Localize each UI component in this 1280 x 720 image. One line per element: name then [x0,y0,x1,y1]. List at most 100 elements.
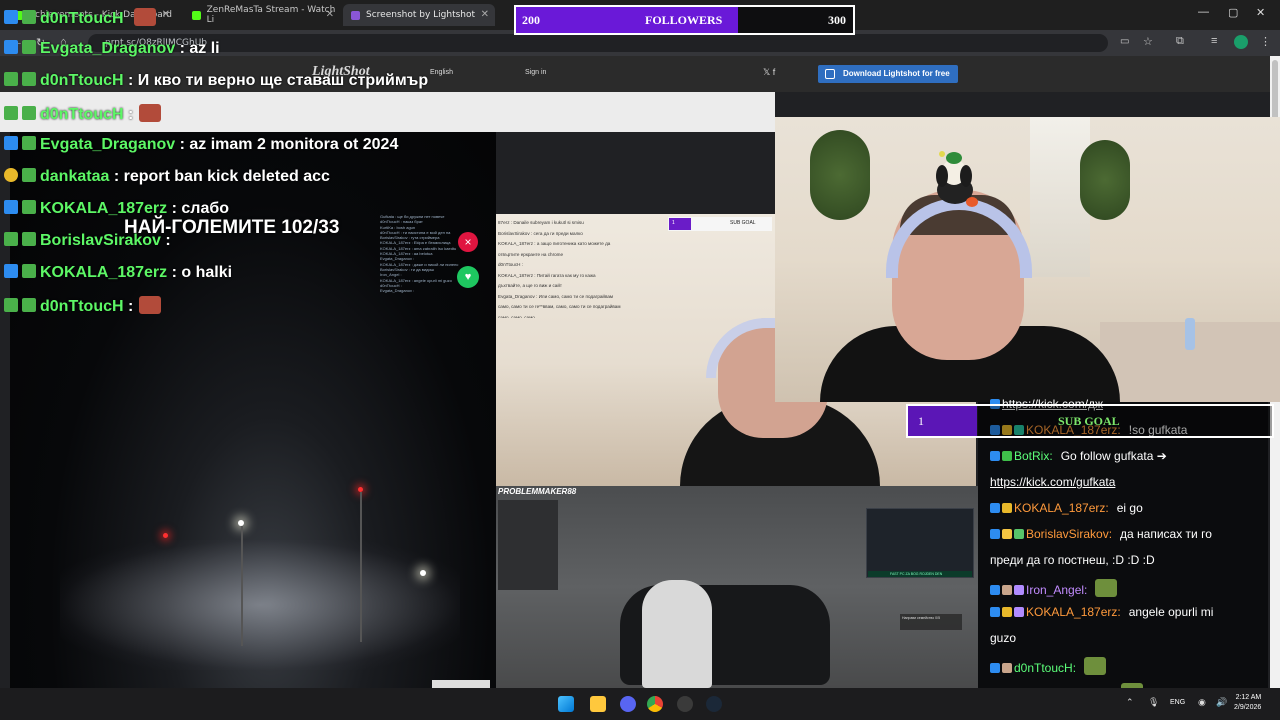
chat-badge-icon [4,298,18,312]
volume-icon[interactable]: 🔊 [1216,697,1227,708]
chat-username[interactable]: KOKALA_187erz [40,200,167,217]
windows-taskbar [0,688,1280,720]
chat-username[interactable]: d0nTtoucH: [1014,661,1076,675]
chat-message: : [160,232,171,249]
plant [810,130,870,220]
start-icon[interactable] [558,696,574,712]
crown-badge-icon [1002,529,1012,539]
level-icon [22,264,36,278]
emote-icon [139,104,162,122]
wifi-icon[interactable]: ◉ [1198,697,1206,708]
signin-link[interactable]: Sign in [525,69,546,76]
chat-badge-icon [4,40,18,54]
chat-message-row: BotRix: Go follow gufkata ➔ [990,449,1167,463]
inset-text: FAST PC ZA BOG ROJDEN DEN [890,572,943,576]
bookmark-star-icon[interactable]: ☆ [1143,35,1153,48]
green-badge-icon [1002,451,1012,461]
chat-message: : az li [175,40,220,57]
signal-pole [360,492,362,642]
profile-avatar[interactable] [1234,35,1248,49]
purple-badge-icon [1014,585,1024,595]
chat-username[interactable]: Evgata_Draganov [40,136,175,153]
chat-username[interactable]: Iron_Angel: [1026,583,1087,597]
chat-badge-icon [4,10,18,24]
chat-username[interactable]: d0nTtoucH [40,298,124,315]
language-select[interactable]: English [430,69,453,76]
scrollbar-thumb[interactable] [1272,60,1278,120]
close-window-icon[interactable]: ✕ [1256,6,1265,19]
followers-goal-end: 300 [828,13,846,27]
tray-chevron-icon[interactable]: ⌃ [1126,697,1134,708]
chat-username[interactable]: KOKALA_187erz: [1014,501,1109,515]
blue-badge-icon [990,503,1000,513]
chat-badge-icon [4,136,18,150]
mini-chat-line: Evgata_Draganov : [380,288,415,294]
close-icon[interactable]: ✕ [326,9,334,20]
close-icon[interactable]: ✕ [481,9,489,20]
chat-badge-icon [4,168,18,182]
discord-icon[interactable] [620,696,636,712]
input-language[interactable]: ENG [1170,699,1185,706]
chat-link[interactable]: https://kick.com/gufkata [990,475,1115,489]
media-icon[interactable]: ≡ [1211,35,1217,47]
steam-icon[interactable] [706,696,722,712]
blue-badge-icon [990,585,1000,595]
chat-username[interactable]: BotRix: [1014,449,1053,463]
chat-username[interactable]: BorislavSirakov: [1026,527,1112,541]
chat-message [124,10,128,27]
chat-message-row: KOKALA_187erz: angele opurli mi [990,605,1213,619]
tab-lightshot[interactable]: Screenshot by Lightshot ✕ [343,4,495,26]
gift-badge-icon [1014,529,1024,539]
player-character [642,580,712,688]
mini-chat-line: KOKALA_187erz : Питай гагата как му го к… [498,272,596,278]
street-lamp [420,570,426,576]
mini-chat-line: 87erz : Danaile subreyam i kukutl si smi… [498,220,584,225]
overlay-chat-line: dankataa : report ban kick deleted acc [4,168,330,186]
level-icon [22,168,36,182]
overlay-chat-line: Evgata_Draganov : az li [4,40,220,58]
chat-message-row: d0nTtoucH: [990,657,1107,675]
yellow-badge-icon [1002,607,1012,617]
overlay-chat-line: BorislavSirakov : [4,232,171,250]
minimize-icon[interactable]: — [1198,6,1209,18]
blue-badge-icon [990,529,1000,539]
social-icons[interactable]: 𝕏 f [763,67,775,78]
overlay-chat-line: d0nTtoucH : [4,296,162,316]
chat-badge-icon [4,106,18,120]
chrome-icon[interactable] [647,696,663,712]
mini-chat-line: само, само, само [498,314,535,319]
chat-message: : [123,298,134,315]
hud-bar [432,680,490,688]
mic-icon[interactable]: 🎙 [1148,697,1159,708]
level-icon [22,200,36,214]
chat-username[interactable]: d0nTtoucH [40,72,124,89]
file-explorer-icon[interactable] [590,696,606,712]
extensions-icon[interactable]: ⧉ [1176,35,1184,48]
download-button[interactable]: Download Lightshot for free [818,65,958,83]
cast-icon[interactable]: ▭ [1120,36,1129,47]
emote-icon [1084,657,1107,675]
lamp-pole [241,526,243,646]
followers-goal-label: FOLLOWERS [645,13,723,27]
mini-sub-goal-value: 1 [672,220,675,226]
chat-username[interactable]: dankataa [40,168,109,185]
chat-username[interactable]: BorislavSirakov [40,232,161,249]
tab-zenremasta[interactable]: ZenReMasTa Stream - Watch Li ✕ [184,4,340,26]
chat-message: : И кво ти верно ще ставаш стриймър [123,72,429,89]
maximize-icon[interactable]: ▢ [1228,6,1238,19]
chat-username[interactable]: d0nTtoucH [40,106,124,123]
chat-message-row: преди да го постнеш, :D :D :D [990,553,1155,567]
close-icon[interactable]: ✕ [162,9,170,20]
chat-badge-icon [4,264,18,278]
chat-username[interactable]: KOKALA_187erz: [1026,605,1121,619]
chat-username[interactable]: Evgata_Draganov [40,40,175,57]
obs-icon[interactable] [677,696,693,712]
emote-icon [1095,579,1118,597]
address-bar[interactable]: prnt.sc/Q8zRlIMCGhUb [88,34,1108,52]
chat-username[interactable]: d0nTtoucH [40,10,124,27]
menu-icon[interactable]: ⋮ [1260,35,1271,48]
clock[interactable]: 2:12 AM 2/9/2026 [1234,693,1261,713]
chat-username[interactable]: KOKALA_187erz [40,264,167,281]
kick-chat-panel [978,402,1268,688]
overlay-chat-line: d0nTtoucH : И кво ти верно ще ставаш стр… [4,72,428,90]
